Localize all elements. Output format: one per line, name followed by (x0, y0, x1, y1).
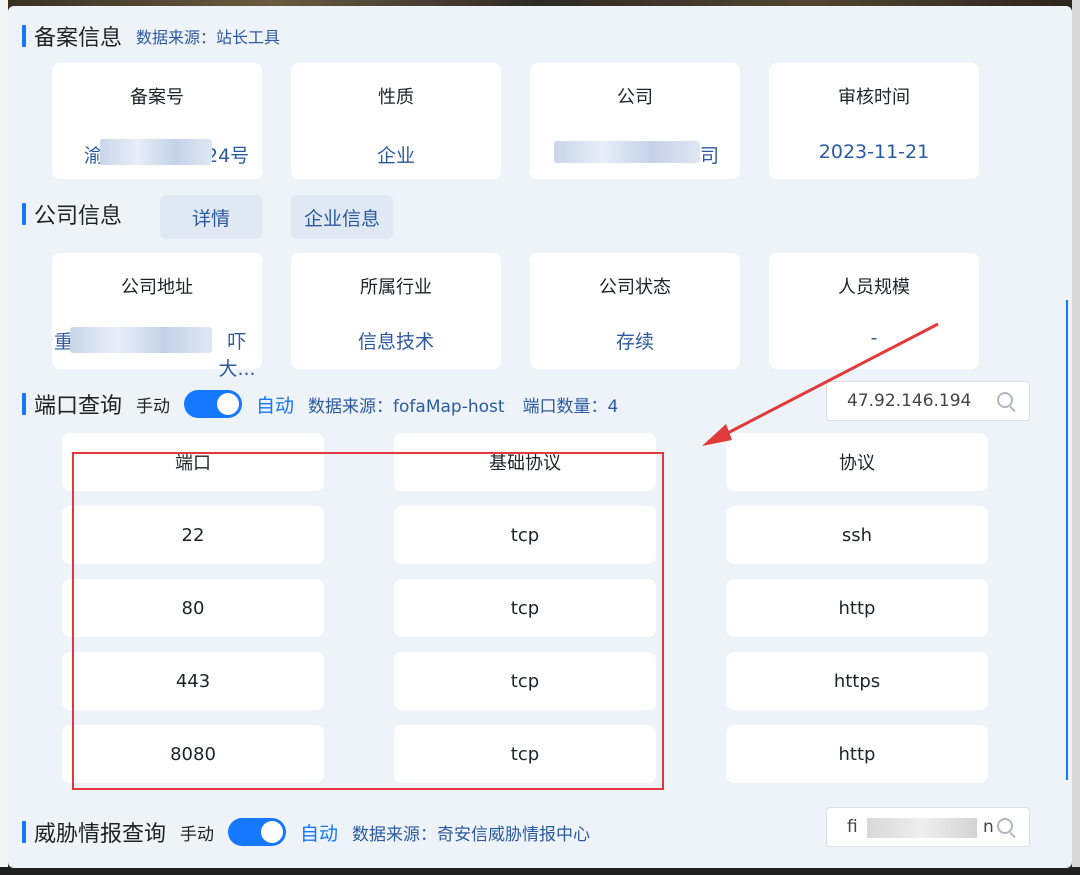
enterprise-info-button[interactable]: 企业信息 (291, 195, 393, 239)
search-value-suffix: n (983, 817, 994, 837)
detail-button[interactable]: 详情 (160, 195, 262, 239)
threat-title: 威胁情报查询 (34, 822, 167, 847)
beian-card-number: 备案号 渝 24号 (52, 63, 262, 179)
annotation-arrow (702, 322, 939, 446)
port-source: 数据来源：fofaMap-host (308, 396, 505, 417)
company-card-address: 公司地址 重 吓大... (52, 253, 262, 380)
redaction-blur (554, 141, 700, 163)
background-window-edge (0, 0, 8, 875)
arrow-head (702, 424, 732, 446)
toggle-knob (261, 821, 284, 843)
value-suffix: 24号 (206, 145, 250, 167)
arrow-shaft (717, 322, 939, 440)
card-label: 性质 (378, 87, 414, 108)
value-suffix: 吓大... (218, 331, 256, 380)
value-suffix: 司 (700, 145, 720, 167)
card-label: 公司地址 (121, 277, 193, 298)
auto-toggle-switch[interactable] (228, 818, 287, 846)
search-icon[interactable] (997, 392, 1013, 408)
beian-card-audit-time: 审核时间 2023-11-21 (769, 63, 979, 179)
threat-source: 数据来源：奇安信威胁情报中心 (352, 824, 591, 845)
section-marker (22, 821, 26, 843)
beian-source: 数据来源：站长工具 (136, 28, 281, 47)
card-label: 公司 (617, 87, 653, 108)
card-label: 公司状态 (599, 277, 671, 298)
redaction-blur (100, 139, 212, 165)
beian-title: 备案信息 (34, 26, 123, 51)
card-value: 信息技术 (357, 331, 434, 353)
info-panel: 备案信息 数据来源：站长工具 备案号 渝 24号 性质 企业 公司 司 审核时间… (8, 6, 1072, 868)
beian-section-header: 备案信息 数据来源：站长工具 (22, 20, 280, 52)
auto-label: 自动 (300, 822, 339, 845)
card-label: 备案号 (130, 87, 184, 108)
table-cell: ssh (726, 506, 988, 564)
section-marker (22, 203, 26, 225)
table-cell: http (726, 579, 988, 637)
scrollbar[interactable] (1066, 300, 1068, 780)
table-cell: http (726, 725, 988, 783)
section-marker (22, 393, 26, 415)
toggle-knob (217, 393, 240, 415)
auto-toggle-switch[interactable] (184, 390, 243, 418)
threat-section-header: 威胁情报查询 手动 自动 数据来源：奇安信威胁情报中心 (22, 816, 590, 848)
background-bottom-edge (0, 867, 1080, 875)
card-label: 所属行业 (360, 277, 432, 298)
company-title: 公司信息 (34, 204, 123, 229)
background-window-edge-right (1072, 0, 1080, 875)
card-label: 人员规模 (838, 277, 910, 298)
auto-label: 自动 (256, 394, 295, 417)
threat-search-input[interactable]: fi n (826, 807, 1030, 847)
beian-card-company: 公司 司 (530, 63, 740, 179)
card-value: 2023-11-21 (818, 141, 930, 163)
redaction-blur (867, 818, 977, 838)
manual-label: 手动 (180, 824, 215, 845)
company-card-industry: 所属行业 信息技术 (291, 253, 501, 369)
manual-label: 手动 (136, 396, 171, 417)
company-section-header: 公司信息 (22, 198, 122, 230)
card-label: 审核时间 (838, 87, 910, 108)
beian-card-nature: 性质 企业 (291, 63, 501, 179)
port-count: 端口数量：4 (522, 396, 619, 417)
search-icon[interactable] (997, 818, 1013, 834)
card-value: 企业 (376, 145, 415, 167)
redaction-blur (70, 327, 212, 353)
table-cell: https (726, 652, 988, 710)
search-value-prefix: fi (847, 817, 858, 837)
section-marker (22, 25, 26, 47)
port-title: 端口查询 (34, 394, 123, 419)
annotation-highlight-box (72, 452, 664, 790)
port-section-header: 端口查询 手动 自动 数据来源：fofaMap-host 端口数量：4 (22, 388, 618, 420)
